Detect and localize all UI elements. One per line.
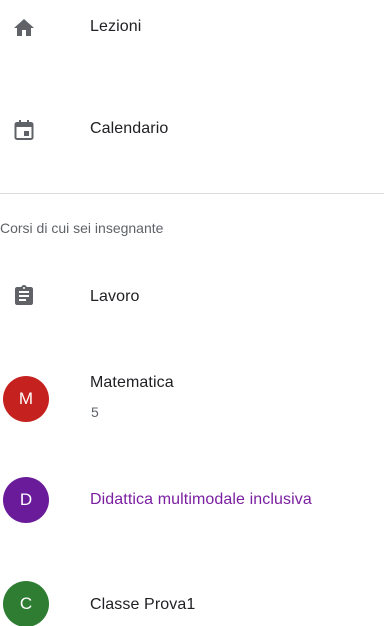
- divider: [0, 193, 384, 194]
- assignment-icon: [8, 280, 40, 312]
- course-name: Didattica multimodale inclusiva: [90, 491, 312, 508]
- navigation-drawer: Lezioni Calendario Corsi di cui sei inse…: [0, 0, 384, 626]
- course-avatar: C: [3, 581, 49, 626]
- course-item-didattica[interactable]: D Didattica multimodale inclusiva: [0, 474, 384, 530]
- course-name: Matematica: [90, 374, 174, 391]
- course-subtitle: 5: [91, 404, 99, 420]
- nav-item-lessons[interactable]: Lezioni: [0, 0, 384, 56]
- section-header: Corsi di cui sei insegnante: [0, 220, 164, 236]
- nav-item-lessons-label: Lezioni: [90, 18, 142, 35]
- home-icon: [8, 12, 40, 44]
- course-item-matematica[interactable]: M Matematica 5: [0, 372, 384, 432]
- nav-item-calendar[interactable]: Calendario: [0, 102, 384, 158]
- nav-item-calendar-label: Calendario: [90, 120, 169, 137]
- nav-item-work-label: Lavoro: [90, 288, 140, 305]
- nav-item-work[interactable]: Lavoro: [0, 268, 384, 324]
- course-avatar: D: [3, 477, 49, 523]
- course-avatar: M: [3, 376, 49, 422]
- course-item-classe-prova1[interactable]: C Classe Prova1: [0, 580, 384, 626]
- course-name: Classe Prova1: [90, 596, 196, 613]
- calendar-icon: [8, 114, 40, 146]
